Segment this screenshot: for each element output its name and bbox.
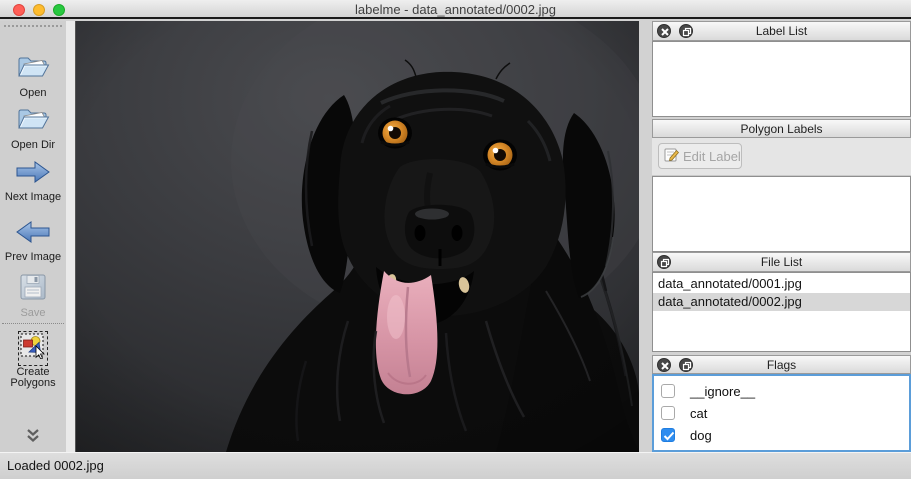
flags-dock-header[interactable]: Flags: [652, 355, 911, 374]
file-list-item[interactable]: data_annotated/0002.jpg: [653, 293, 910, 311]
status-bar: Loaded 0002.jpg: [0, 452, 911, 479]
polygon-labels-dock-header[interactable]: Polygon Labels: [652, 119, 911, 138]
status-message: Loaded 0002.jpg: [7, 453, 104, 479]
open-dir-button[interactable]: Open Dir: [0, 105, 66, 151]
tool-bar: Open Open Dir: [0, 21, 66, 452]
create-polygons-button[interactable]: Create Polygons: [0, 332, 66, 389]
create-polygons-icon: [20, 333, 46, 364]
flag-checkbox[interactable]: [661, 384, 675, 398]
label-list-dock-header[interactable]: Label List: [652, 21, 911, 41]
open-dir-label: Open Dir: [0, 140, 66, 151]
toolbar-edge: [66, 21, 76, 452]
flag-item[interactable]: dog: [654, 424, 909, 446]
edit-label-button-text: Edit Label: [683, 149, 741, 164]
file-list-item[interactable]: data_annotated/0001.jpg: [653, 275, 910, 293]
label-list[interactable]: [652, 41, 911, 117]
flag-item[interactable]: cat: [654, 402, 909, 424]
dog-photo: [76, 21, 639, 452]
toolbar-drag-handle[interactable]: [4, 25, 62, 27]
flags-list[interactable]: __ignore__ cat dog: [652, 374, 911, 452]
toolbar-overflow-button[interactable]: [0, 428, 66, 448]
double-chevron-down-icon: [24, 428, 42, 448]
labelme-window: labelme - data_annotated/0002.jpg Open: [0, 0, 911, 479]
image-canvas[interactable]: [76, 21, 639, 452]
polygon-labels-list[interactable]: [652, 176, 911, 252]
toolbar-separator: [2, 323, 64, 324]
open-label: Open: [0, 88, 66, 99]
prev-image-label: Prev Image: [0, 252, 66, 263]
edit-label-icon: [664, 147, 679, 165]
close-dock-icon[interactable]: [657, 358, 671, 372]
create-polygons-label: Create Polygons: [0, 367, 66, 389]
edit-label-button[interactable]: Edit Label: [658, 143, 742, 169]
save-label: Save: [0, 308, 66, 319]
float-dock-icon[interactable]: [679, 358, 693, 372]
polygon-labels-title: Polygon Labels: [653, 120, 910, 137]
flag-checkbox[interactable]: [661, 406, 675, 420]
file-list-dock-header[interactable]: File List: [652, 252, 911, 272]
prev-arrow-icon: [15, 219, 51, 250]
float-dock-icon[interactable]: [657, 255, 671, 269]
open-folder-icon: [16, 53, 50, 86]
next-image-label: Next Image: [0, 192, 66, 203]
next-arrow-icon: [15, 159, 51, 190]
flag-label: __ignore__: [690, 384, 755, 399]
window-title: labelme - data_annotated/0002.jpg: [0, 0, 911, 19]
open-button[interactable]: Open: [0, 53, 66, 99]
float-dock-icon[interactable]: [679, 24, 693, 38]
flag-item[interactable]: __ignore__: [654, 380, 909, 402]
flag-checkbox[interactable]: [661, 428, 675, 442]
flag-label: cat: [690, 406, 707, 421]
title-bar[interactable]: labelme - data_annotated/0002.jpg: [0, 0, 911, 19]
flag-label: dog: [690, 428, 712, 443]
save-floppy-icon: [19, 273, 47, 306]
open-dir-folder-icon: [16, 105, 50, 138]
file-list-title: File List: [653, 253, 910, 271]
save-button[interactable]: Save: [0, 273, 66, 319]
canvas-panel-splitter[interactable]: [639, 21, 652, 452]
polygon-labels-toolbar: Edit Label: [652, 138, 911, 176]
file-list[interactable]: data_annotated/0001.jpg data_annotated/0…: [652, 272, 911, 352]
prev-image-button[interactable]: Prev Image: [0, 219, 66, 263]
next-image-button[interactable]: Next Image: [0, 159, 66, 203]
close-dock-icon[interactable]: [657, 24, 671, 38]
